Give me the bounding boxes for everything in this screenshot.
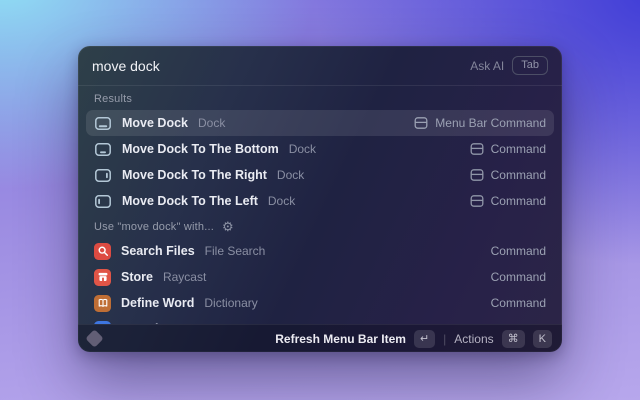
menu-bar-icon [470,168,484,182]
command-subtitle: Raycast [163,270,206,284]
accessory-label: Command [491,270,546,284]
command-title: Move Dock [122,116,188,130]
menu-bar-icon [470,194,484,208]
raycast-logo-icon [85,329,103,347]
command-title: Store [121,270,153,284]
search-input[interactable] [92,58,470,74]
action-bar: Refresh Menu Bar Item ↵ | Actions ⌘ K [78,324,562,352]
row-move-dock-right[interactable]: Move Dock To The Right Dock Command [86,162,554,188]
dock-left-icon [94,195,112,208]
tab-keycap: Tab [512,56,548,75]
accessory-label: Command [491,194,546,208]
row-search-files[interactable]: Search Files File Search Command [86,238,554,264]
row-move-dock-bottom[interactable]: Move Dock To The Bottom Dock Command [86,136,554,162]
row-store[interactable]: Store Raycast Command [86,264,554,290]
accessory-label: Command [491,142,546,156]
results-list: Results Move Dock Dock [78,86,562,324]
dock-bottom-icon [94,143,112,156]
command-title: Search Files [121,244,195,258]
row-move-dock-left[interactable]: Move Dock To The Left Dock Command [86,188,554,214]
accessory-label: Menu Bar Command [435,116,546,130]
accessory-label: Command [491,168,546,182]
row-move-dock[interactable]: Move Dock Dock Menu Bar Command [86,110,554,136]
accessory-label: Command [491,244,546,258]
actions-button[interactable]: Actions [454,332,493,346]
cmd-keycap: ⌘ [502,330,525,348]
row-define-word[interactable]: Define Word Dictionary Command [86,290,554,316]
menu-bar-icon [470,142,484,156]
results-header-label: Results [94,93,132,105]
command-title: Define Word [121,296,194,310]
store-icon [94,269,111,286]
command-subtitle: Dock [198,116,225,130]
command-subtitle: Dock [289,142,316,156]
command-title: Move Dock To The Left [122,194,258,208]
command-title: Move Dock To The Right [122,168,267,182]
row-search-menu-items[interactable]: Search Menu Items Navigation Command [86,316,554,324]
accessory-label: Command [491,296,546,310]
suggestions-header-label: Use "move dock" with... [94,221,214,233]
primary-action-label[interactable]: Refresh Menu Bar Item [275,332,406,346]
command-subtitle: Dictionary [204,296,257,310]
menu-bar-icon [414,116,428,130]
search-bar: Ask AI Tab [78,46,562,86]
command-subtitle: Dock [277,168,304,182]
dock-right-icon [94,169,112,182]
suggestions-section-header: Use "move dock" with... ⚙ [86,214,554,238]
define-word-icon [94,295,111,312]
command-title: Move Dock To The Bottom [122,142,279,156]
enter-keycap: ↵ [414,330,435,348]
k-keycap: K [533,330,552,348]
dock-bottom-icon [94,117,112,130]
search-files-icon [94,243,111,260]
raycast-window: Ask AI Tab Results Move Dock Dock [78,46,562,352]
results-section-header: Results [86,86,554,110]
ask-ai-label[interactable]: Ask AI [470,59,504,73]
gear-icon[interactable]: ⚙ [222,222,234,232]
footer-divider: | [443,332,446,346]
command-subtitle: Dock [268,194,295,208]
command-subtitle: File Search [205,244,266,258]
